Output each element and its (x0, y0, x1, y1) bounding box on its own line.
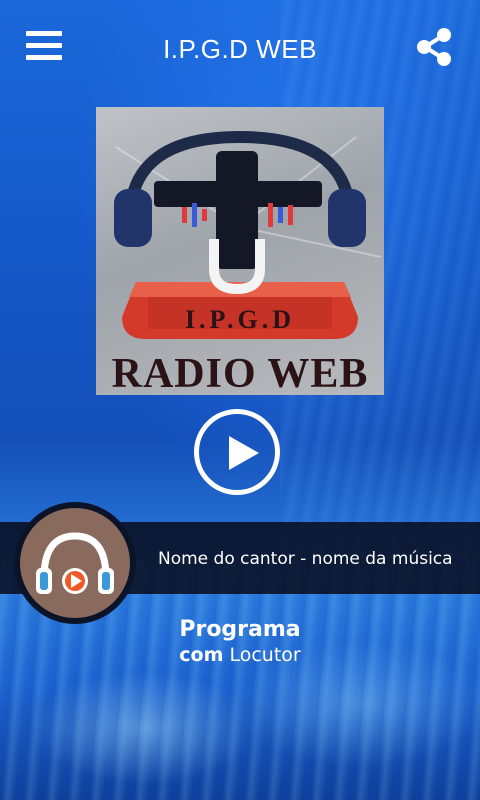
play-button[interactable] (194, 409, 280, 495)
logo-ipgd-text: I.P.G.D (184, 305, 296, 334)
program-name: Programa (179, 617, 301, 642)
app-title: I.P.G.D WEB (163, 34, 317, 64)
program-host: com Locutor (0, 643, 480, 667)
logo-radio-text: RADIO WEB (111, 351, 369, 395)
avatar (20, 508, 130, 618)
top-bar: I.P.G.D WEB (0, 0, 480, 96)
now-playing-text: Nome do cantor - nome da música (158, 549, 453, 569)
program-host-prefix: com (179, 644, 224, 666)
headphones-icon (36, 532, 114, 594)
station-logo: I.P.G.D RADIO WEB (96, 107, 384, 395)
play-icon (229, 436, 259, 470)
program-info: Programa com Locutor (0, 617, 480, 667)
share-icon[interactable] (414, 26, 456, 68)
program-host-name: Locutor (229, 644, 301, 666)
